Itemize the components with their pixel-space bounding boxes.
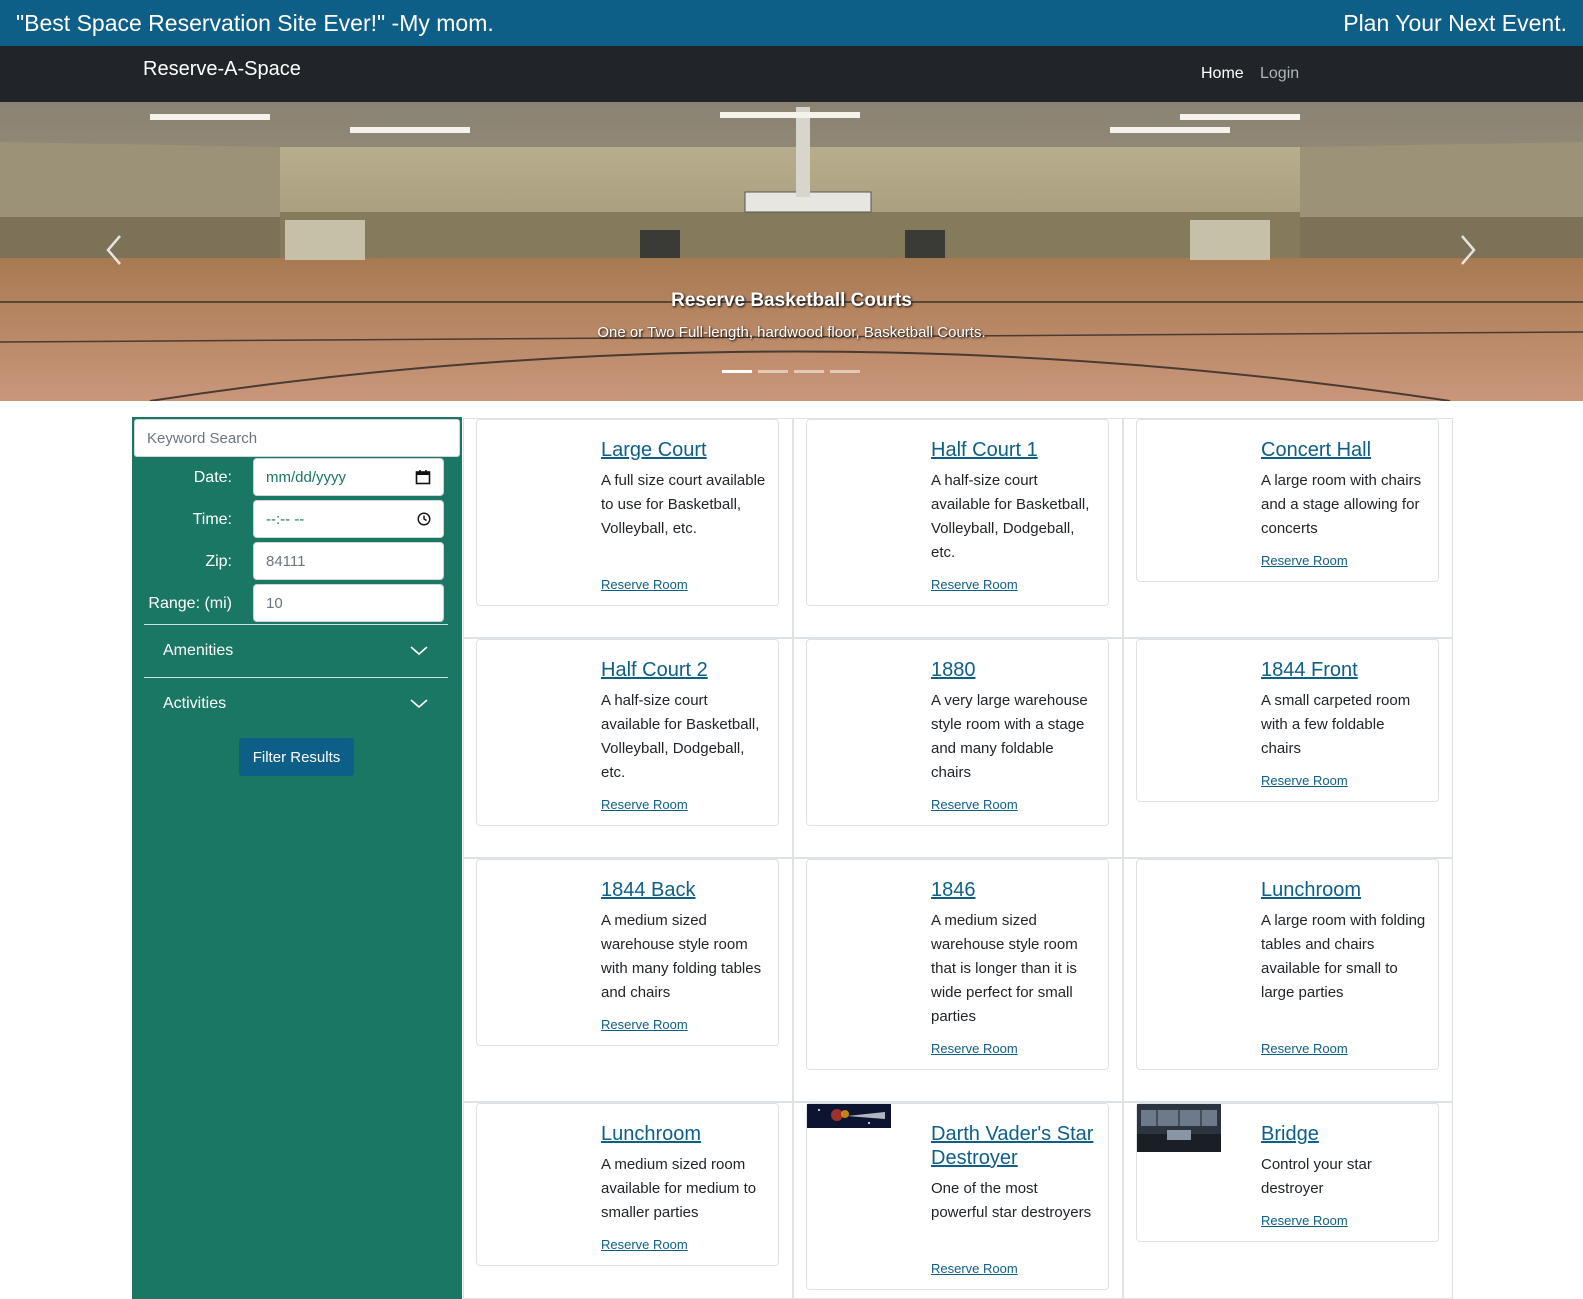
time-label: Time: [192,511,232,528]
room-title-link[interactable]: 1844 Front [1261,658,1431,682]
room-card: Bridge Control your star destroyer Reserve… [1136,1103,1439,1242]
room-title-link[interactable]: Half Court 1 [931,438,1101,462]
room-title-link[interactable]: Large Court [601,438,771,462]
room-card: Large Court A full size court available t… [476,419,779,606]
time-input[interactable]: --:-- -- [253,500,444,538]
room-card: Concert Hall A large room with chairs and… [1136,419,1439,582]
room-card: 1844 Back A medium sized warehouse style … [476,859,779,1046]
carousel-indicators [722,370,860,373]
room-title-link[interactable]: Bridge [1261,1122,1431,1146]
carousel-next-icon[interactable] [1452,232,1482,268]
room-description: One of the most powerful star destroyers [931,1180,1092,1221]
range-value: 10 [266,594,283,612]
carousel-indicator[interactable] [758,370,788,373]
zip-input[interactable]: 84111 [253,542,444,580]
room-card: Darth Vader's Star Destroyer One of the m… [806,1103,1109,1290]
room-card: 1880 A very large warehouse style room wi… [806,639,1109,826]
carousel-indicator[interactable] [830,370,860,373]
reserve-room-link[interactable]: Reserve Room [601,1237,688,1252]
room-card: Lunchroom A large room with folding table… [1136,859,1439,1070]
range-label: Range: (mi) [148,595,232,612]
room-description: A large room with folding tables and cha… [1261,912,1426,1001]
filter-results-button[interactable]: Filter Results [239,738,354,776]
carousel-caption: One or Two Full-length, hardwood floor, … [597,324,986,341]
carousel-indicator[interactable] [794,370,824,373]
date-input[interactable]: mm/dd/yyyy [253,458,444,496]
reserve-room-link[interactable]: Reserve Room [931,797,1018,812]
activities-label: Activities [163,695,227,712]
star-destroyer-thumbnail [807,1104,891,1128]
room-card: Half Court 2 A half-size court available … [476,639,779,826]
amenities-label: Amenities [163,642,234,659]
date-placeholder: mm/dd/yyyy [266,468,347,486]
reserve-room-link[interactable]: Reserve Room [1261,1041,1348,1056]
activities-accordion[interactable]: Activities [144,677,448,730]
room-title-link[interactable]: Darth Vader's Star Destroyer [931,1122,1101,1170]
time-placeholder: --:-- -- [266,510,305,528]
room-description: A full size court available to use for B… [601,472,766,537]
zip-label: Zip: [205,553,232,570]
reserve-room-link[interactable]: Reserve Room [601,797,688,812]
room-title-link[interactable]: Lunchroom [1261,878,1431,902]
room-card: Half Court 1 A half-size court available … [806,419,1109,606]
room-description: A half-size court available for Basketba… [931,472,1090,561]
amenities-accordion[interactable]: Amenities [144,624,448,677]
room-description: A small carpeted room with a few foldabl… [1261,692,1411,757]
brand-link[interactable]: Reserve-A-Space [143,58,301,81]
carousel-prev-icon[interactable] [100,232,130,268]
reserve-room-link[interactable]: Reserve Room [1261,1213,1348,1228]
nav-home-link[interactable]: Home [1201,65,1244,83]
top-banner: "Best Space Reservation Site Ever!" -My … [0,0,1583,46]
reserve-room-link[interactable]: Reserve Room [601,1017,688,1032]
room-card: 1844 Front A small carpeted room with a f… [1136,639,1439,802]
room-card: Lunchroom A medium sized room available f… [476,1103,779,1266]
room-title-link[interactable]: Lunchroom [601,1122,771,1146]
chevron-down-icon [410,699,428,709]
banner-tagline: Plan Your Next Event. [1343,9,1567,36]
reserve-room-link[interactable]: Reserve Room [601,577,688,592]
reserve-room-link[interactable]: Reserve Room [1261,553,1348,568]
carousel-image [0,102,1583,401]
room-description: A half-size court available for Basketba… [601,692,760,781]
reserve-room-link[interactable]: Reserve Room [931,1261,1018,1276]
date-label: Date: [193,469,232,486]
room-description: A medium sized room available for medium… [601,1156,757,1221]
hero-carousel: Reserve Basketball Courts One or Two Ful… [0,102,1583,401]
zip-value: 84111 [266,552,306,570]
chevron-down-icon [410,646,428,656]
room-title-link[interactable]: Concert Hall [1261,438,1431,462]
bridge-thumbnail [1137,1104,1221,1152]
room-title-link[interactable]: 1880 [931,658,1101,682]
room-description: A large room with chairs and a stage all… [1261,472,1422,537]
room-description: A medium sized warehouse style room that… [931,912,1078,1025]
room-card: 1846 A medium sized warehouse style room … [806,859,1109,1070]
range-input[interactable]: 10 [253,584,444,622]
reserve-room-link[interactable]: Reserve Room [931,1041,1018,1056]
room-description: A medium sized warehouse style room with… [601,912,762,1001]
carousel-indicator[interactable] [722,370,752,373]
filter-sidebar: Keyword Search Date: mm/dd/yyyy Time: --… [132,417,462,1299]
room-description: Control your star destroyer [1261,1156,1372,1197]
reserve-room-link[interactable]: Reserve Room [931,577,1018,592]
keyword-search-input[interactable]: Keyword Search [134,419,460,457]
nav-login-link[interactable]: Login [1260,65,1299,83]
room-title-link[interactable]: 1846 [931,878,1101,902]
room-description: A very large warehouse style room with a… [931,692,1088,781]
clock-icon[interactable] [417,512,431,526]
carousel-title: Reserve Basketball Courts [671,290,912,311]
navbar: Reserve-A-Space Home Login [0,46,1583,102]
room-title-link[interactable]: 1844 Back [601,878,771,902]
reserve-room-link[interactable]: Reserve Room [1261,773,1348,788]
calendar-icon[interactable] [415,469,431,485]
banner-quote: "Best Space Reservation Site Ever!" -My … [16,9,494,36]
room-title-link[interactable]: Half Court 2 [601,658,771,682]
